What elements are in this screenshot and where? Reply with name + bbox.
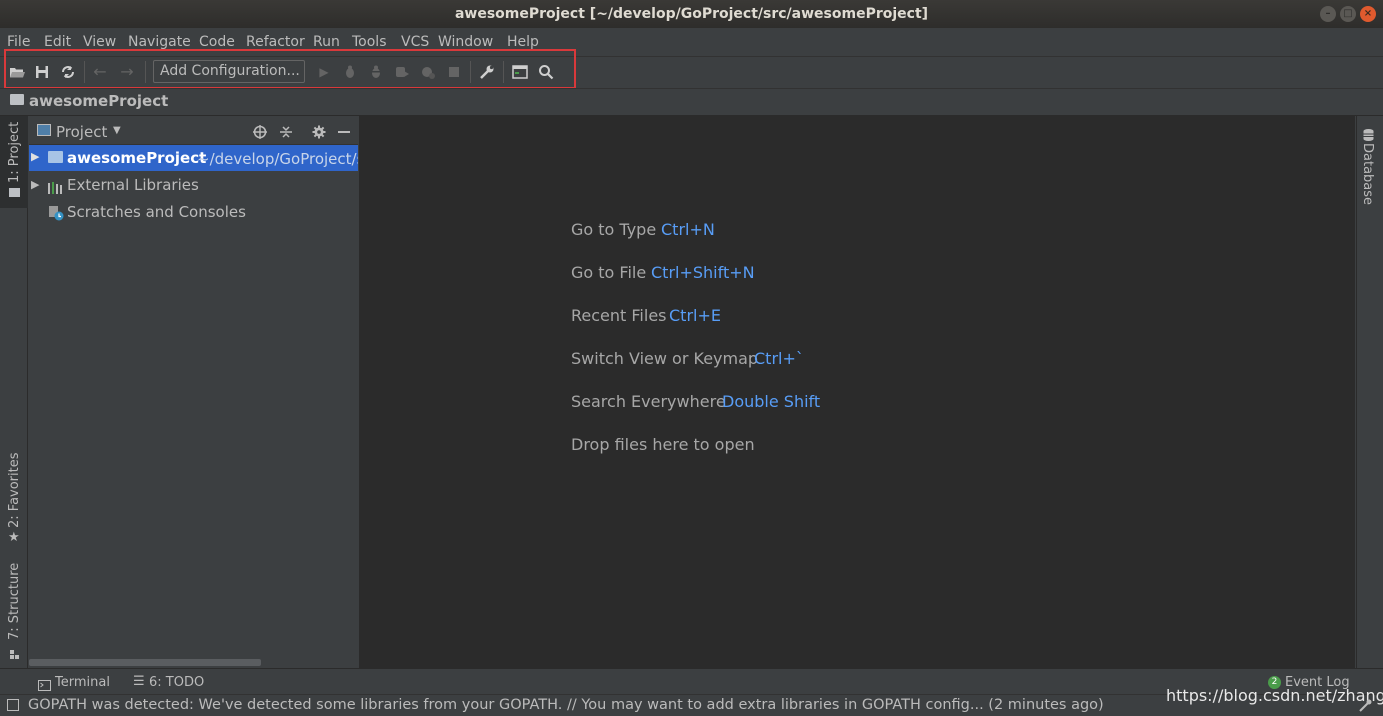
menu-window[interactable]: Window bbox=[438, 34, 493, 50]
hide-panel-icon[interactable] bbox=[338, 131, 350, 133]
hint-label: Drop files here to open bbox=[571, 435, 755, 454]
menu-help[interactable]: Help bbox=[507, 34, 539, 50]
horizontal-scrollbar[interactable] bbox=[29, 659, 261, 666]
hint-shortcut: Double Shift bbox=[722, 392, 821, 411]
hint-label: Switch View or Keymap bbox=[571, 349, 759, 368]
tree-item-awesomeproject[interactable]: awesomeProject bbox=[67, 149, 206, 167]
locate-icon[interactable] bbox=[252, 124, 268, 140]
structure-icon bbox=[10, 644, 19, 659]
libraries-icon bbox=[48, 179, 63, 194]
hint-label: Go to Type bbox=[571, 220, 657, 239]
tab-project-label[interactable]: 1: Project bbox=[7, 122, 22, 183]
star-icon: ★ bbox=[8, 530, 20, 545]
status-message[interactable]: GOPATH was detected: We've detected some… bbox=[28, 697, 1104, 713]
hint-label: Search Everywhere bbox=[571, 392, 726, 411]
hint-shortcut: Ctrl+` bbox=[754, 349, 804, 368]
breadcrumb[interactable]: awesomeProject bbox=[29, 92, 168, 110]
project-tree bbox=[29, 145, 358, 668]
hint-label: Go to File bbox=[571, 263, 647, 282]
module-folder-icon bbox=[48, 151, 63, 163]
gear-icon[interactable] bbox=[311, 124, 327, 140]
terminal-icon bbox=[38, 676, 51, 691]
annotation-highlight-box bbox=[4, 49, 576, 89]
menu-tools[interactable]: Tools bbox=[352, 34, 387, 50]
close-button[interactable]: × bbox=[1360, 6, 1376, 22]
folder-icon bbox=[10, 94, 24, 105]
tab-structure[interactable]: 7: Structure bbox=[7, 563, 22, 640]
watermark-text: https://blog.csdn.net/zhangO5 bbox=[1166, 686, 1383, 705]
tab-todo[interactable]: 6: TODO bbox=[149, 675, 204, 690]
maximize-button[interactable]: □ bbox=[1340, 6, 1356, 22]
database-icon bbox=[1363, 126, 1374, 141]
tree-item-path: ~/develop/GoProject/src bbox=[197, 150, 358, 168]
menu-edit[interactable]: Edit bbox=[44, 34, 71, 50]
project-folder-icon bbox=[9, 188, 20, 197]
menu-code[interactable]: Code bbox=[199, 34, 235, 50]
scratches-icon bbox=[48, 205, 64, 221]
editor-empty-area[interactable] bbox=[359, 116, 1355, 668]
window-title: awesomeProject [~/develop/GoProject/src/… bbox=[454, 6, 929, 22]
toggle-tool-windows-icon[interactable] bbox=[7, 699, 19, 711]
menu-view[interactable]: View bbox=[83, 34, 116, 50]
hint-shortcut: Ctrl+N bbox=[661, 220, 715, 239]
expand-arrow-icon[interactable]: ▶ bbox=[31, 150, 39, 163]
todo-list-icon: ☰ bbox=[133, 674, 145, 689]
tab-favorites[interactable]: 2: Favorites bbox=[7, 452, 22, 528]
tab-terminal[interactable]: Terminal bbox=[55, 675, 110, 690]
project-view-icon bbox=[37, 124, 51, 136]
expand-arrow-icon[interactable]: ▶ bbox=[31, 178, 39, 191]
hint-shortcut: Ctrl+Shift+N bbox=[651, 263, 755, 282]
chevron-down-icon[interactable]: ▼ bbox=[113, 125, 121, 136]
navigation-bar bbox=[0, 88, 1383, 116]
hint-label: Recent Files bbox=[571, 306, 667, 325]
hint-shortcut: Ctrl+E bbox=[669, 306, 721, 325]
tab-database[interactable]: Database bbox=[1360, 143, 1375, 205]
tree-item-path-clip: ~/develop/GoProject/src bbox=[197, 149, 358, 169]
project-view-selector[interactable]: Project bbox=[56, 123, 107, 141]
menu-file[interactable]: File bbox=[7, 34, 30, 50]
minimize-button[interactable]: – bbox=[1320, 6, 1336, 22]
menu-run[interactable]: Run bbox=[313, 34, 340, 50]
menu-navigate[interactable]: Navigate bbox=[128, 34, 191, 50]
tree-item-scratches[interactable]: Scratches and Consoles bbox=[67, 203, 246, 221]
tree-item-external-libraries[interactable]: External Libraries bbox=[67, 176, 199, 194]
collapse-all-icon[interactable] bbox=[278, 124, 294, 140]
menu-refactor[interactable]: Refactor bbox=[246, 34, 305, 50]
menu-vcs[interactable]: VCS bbox=[401, 34, 429, 50]
memory-indicator-icon[interactable] bbox=[1358, 698, 1372, 712]
